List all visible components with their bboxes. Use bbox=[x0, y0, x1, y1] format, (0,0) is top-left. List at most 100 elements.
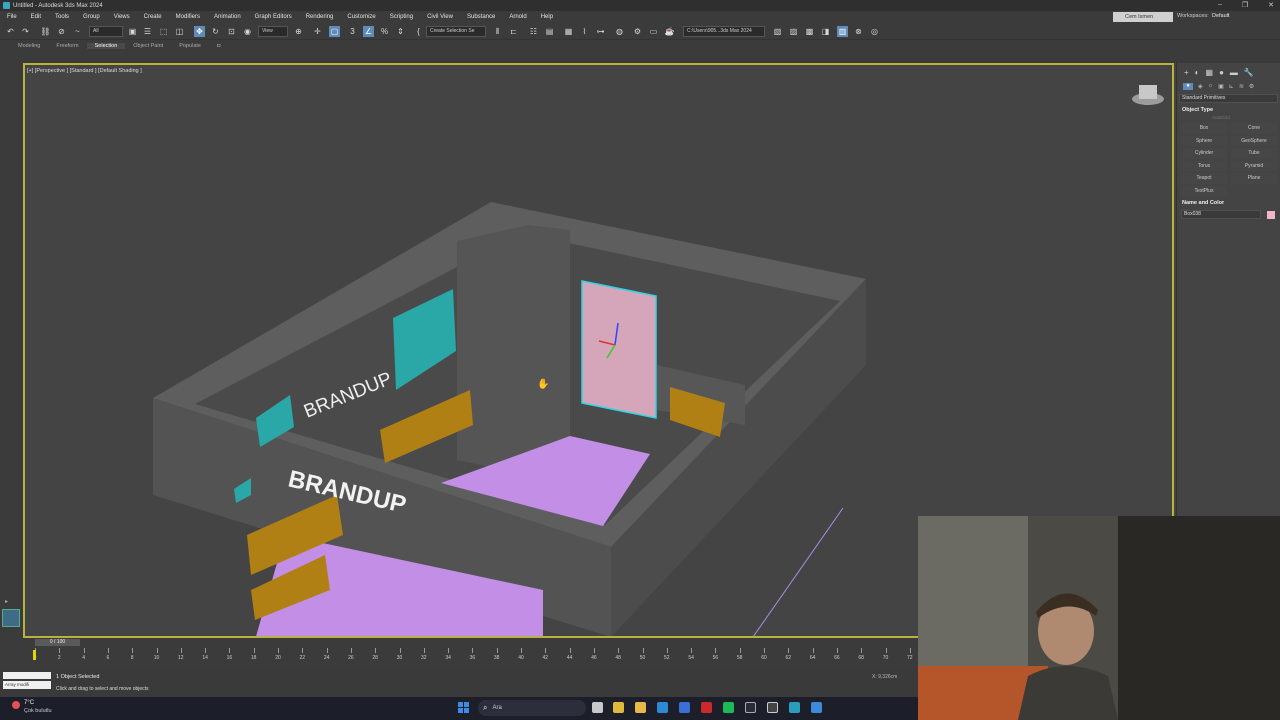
maxscript-listener-input[interactable] bbox=[3, 672, 51, 679]
modify-tab-icon[interactable]: ◐ bbox=[1195, 68, 1200, 77]
ai-assist-icon[interactable]: ◎ bbox=[869, 26, 880, 37]
display-tab-icon[interactable]: ▬ bbox=[1230, 68, 1238, 77]
edit-named-sets-icon[interactable]: { bbox=[413, 26, 424, 37]
open-icon[interactable]: ▧ bbox=[772, 26, 783, 37]
cameras-icon[interactable]: ▣ bbox=[1218, 83, 1224, 90]
expand-arrow-icon[interactable]: ▸ bbox=[5, 598, 8, 605]
timeline-ruler[interactable]: 0246810121416182022242628303234363840424… bbox=[0, 648, 918, 664]
photos-icon[interactable] bbox=[811, 702, 822, 713]
menu-edit[interactable]: Edit bbox=[24, 14, 48, 20]
tab-modeling[interactable]: Modeling bbox=[10, 43, 48, 49]
weather-icon[interactable] bbox=[12, 701, 20, 709]
menu-help[interactable]: Help bbox=[534, 14, 560, 20]
viewport-layout-tab[interactable] bbox=[2, 609, 20, 627]
cone-button[interactable]: Cone bbox=[1231, 123, 1277, 134]
minimize-button[interactable]: – bbox=[1218, 1, 1222, 9]
undo-icon[interactable]: ↶ bbox=[5, 26, 16, 37]
helpers-icon[interactable]: ⊾ bbox=[1229, 83, 1234, 90]
obs-icon[interactable] bbox=[767, 702, 778, 713]
hierarchy-tab-icon[interactable]: ▦ bbox=[1206, 68, 1214, 77]
spacewarps-icon[interactable]: ≋ bbox=[1239, 83, 1244, 90]
geosphere-button[interactable]: GeoSphere bbox=[1231, 135, 1277, 146]
chrome-icon[interactable] bbox=[613, 702, 624, 713]
reference-coordinate-dropdown[interactable]: View bbox=[258, 26, 288, 37]
pyramid-button[interactable]: Pyramid bbox=[1231, 160, 1277, 171]
tab-populate[interactable]: Populate bbox=[171, 43, 209, 49]
menu-views[interactable]: Views bbox=[107, 14, 137, 20]
menu-rendering[interactable]: Rendering bbox=[299, 14, 341, 20]
windows-start-icon[interactable] bbox=[458, 702, 469, 713]
plane-button[interactable]: Plane bbox=[1231, 173, 1277, 184]
window-crossing-icon[interactable]: ◫ bbox=[174, 26, 185, 37]
fetch-icon[interactable]: ◨ bbox=[820, 26, 831, 37]
unlink-icon[interactable]: ⊘ bbox=[56, 26, 67, 37]
tab-selection[interactable]: Selection bbox=[86, 42, 126, 49]
cylinder-button[interactable]: Cylinder bbox=[1181, 148, 1227, 159]
coordinate-display[interactable]: X: 9,326cm bbox=[872, 674, 897, 680]
menu-tools[interactable]: Tools bbox=[48, 14, 76, 20]
menu-substance[interactable]: Substance bbox=[460, 14, 502, 20]
menu-customize[interactable]: Customize bbox=[340, 14, 382, 20]
task-view-icon[interactable] bbox=[592, 702, 603, 713]
select-object-icon[interactable]: ▣ bbox=[127, 26, 138, 37]
select-by-name-icon[interactable]: ☰ bbox=[142, 26, 153, 37]
render-production-icon[interactable]: ☕ bbox=[664, 26, 675, 37]
object-type-rollout[interactable]: Object Type bbox=[1182, 107, 1280, 113]
viewport-layout-icon[interactable]: ▥ bbox=[837, 26, 848, 37]
named-selection-sets-dropdown[interactable]: Create Selection Se bbox=[426, 26, 486, 37]
autogrid-checkbox[interactable]: AutoGrid bbox=[1212, 115, 1280, 120]
tube-button[interactable]: Tube bbox=[1231, 148, 1277, 159]
rendered-frame-icon[interactable]: ▭ bbox=[648, 26, 659, 37]
opera-icon[interactable] bbox=[701, 702, 712, 713]
tab-object-paint[interactable]: Object Paint bbox=[125, 43, 171, 49]
tab-freeform[interactable]: Freeform bbox=[48, 43, 86, 49]
redo-icon[interactable]: ↷ bbox=[20, 26, 31, 37]
weather-description[interactable]: Çok bulutlu bbox=[24, 708, 52, 714]
menu-group[interactable]: Group bbox=[76, 14, 107, 20]
shapes-icon[interactable]: ◈ bbox=[1198, 83, 1203, 90]
weather-temperature[interactable]: 7°C bbox=[24, 700, 34, 706]
project-folder-dropdown[interactable]: C:\Users\905...3ds Max 2024 bbox=[683, 26, 765, 37]
link-icon[interactable]: ⛓ bbox=[40, 26, 51, 37]
selection-filter-dropdown[interactable]: All bbox=[89, 26, 123, 37]
save-icon[interactable]: ▨ bbox=[788, 26, 799, 37]
menu-civil-view[interactable]: Civil View bbox=[420, 14, 460, 20]
menu-graph-editors[interactable]: Graph Editors bbox=[248, 14, 299, 20]
lights-icon[interactable]: ☼ bbox=[1208, 83, 1214, 90]
viewport-label[interactable]: [+] [Perspective ] [Standard ] [Default … bbox=[27, 68, 142, 74]
steam-icon[interactable] bbox=[745, 702, 756, 713]
layer-explorer-icon[interactable]: ▤ bbox=[544, 26, 555, 37]
maximize-button[interactable]: ❐ bbox=[1242, 1, 1248, 9]
menu-create[interactable]: Create bbox=[137, 14, 169, 20]
select-manipulate-icon[interactable]: ✛ bbox=[312, 26, 323, 37]
select-and-scale-icon[interactable]: ⊡ bbox=[226, 26, 237, 37]
toggle-ribbon-icon[interactable]: ▦ bbox=[563, 26, 574, 37]
curve-editor-icon[interactable]: ⌇ bbox=[579, 26, 590, 37]
torus-button[interactable]: Torus bbox=[1181, 160, 1227, 171]
menu-file[interactable]: File bbox=[0, 14, 24, 20]
maxscript-output[interactable]: Array modifi bbox=[3, 681, 51, 689]
3dsmax-taskbar-icon[interactable] bbox=[789, 702, 800, 713]
pivot-center-icon[interactable]: ⊕ bbox=[293, 26, 304, 37]
mirror-icon[interactable]: ⫴ bbox=[492, 26, 503, 37]
primitive-category-dropdown[interactable]: Standard Primitives bbox=[1179, 94, 1278, 103]
material-editor-icon[interactable]: ◍ bbox=[614, 26, 625, 37]
systems-icon[interactable]: ⚙ bbox=[1249, 83, 1254, 90]
file-explorer-icon[interactable] bbox=[635, 702, 646, 713]
object-name-field[interactable]: Box038 bbox=[1181, 210, 1261, 219]
object-color-swatch[interactable] bbox=[1267, 210, 1275, 219]
hold-icon[interactable]: ▩ bbox=[804, 26, 815, 37]
place-icon[interactable]: ◉ bbox=[242, 26, 253, 37]
geometry-icon[interactable]: ● bbox=[1183, 83, 1193, 90]
snaps-toggle-icon[interactable]: 3 bbox=[347, 26, 358, 37]
close-button[interactable]: ✕ bbox=[1268, 1, 1274, 9]
box-button[interactable]: Box bbox=[1181, 123, 1227, 134]
menu-scripting[interactable]: Scripting bbox=[383, 14, 420, 20]
percent-snap-icon[interactable]: % bbox=[379, 26, 390, 37]
align-icon[interactable]: ⊏ bbox=[508, 26, 519, 37]
sphere-button[interactable]: Sphere bbox=[1181, 135, 1227, 146]
selected-box-panel[interactable] bbox=[581, 280, 657, 419]
textplus-button[interactable]: TextPlus bbox=[1181, 185, 1227, 196]
arnold-render-icon[interactable]: ⊗ bbox=[853, 26, 864, 37]
scene-explorer-icon[interactable]: ☷ bbox=[528, 26, 539, 37]
